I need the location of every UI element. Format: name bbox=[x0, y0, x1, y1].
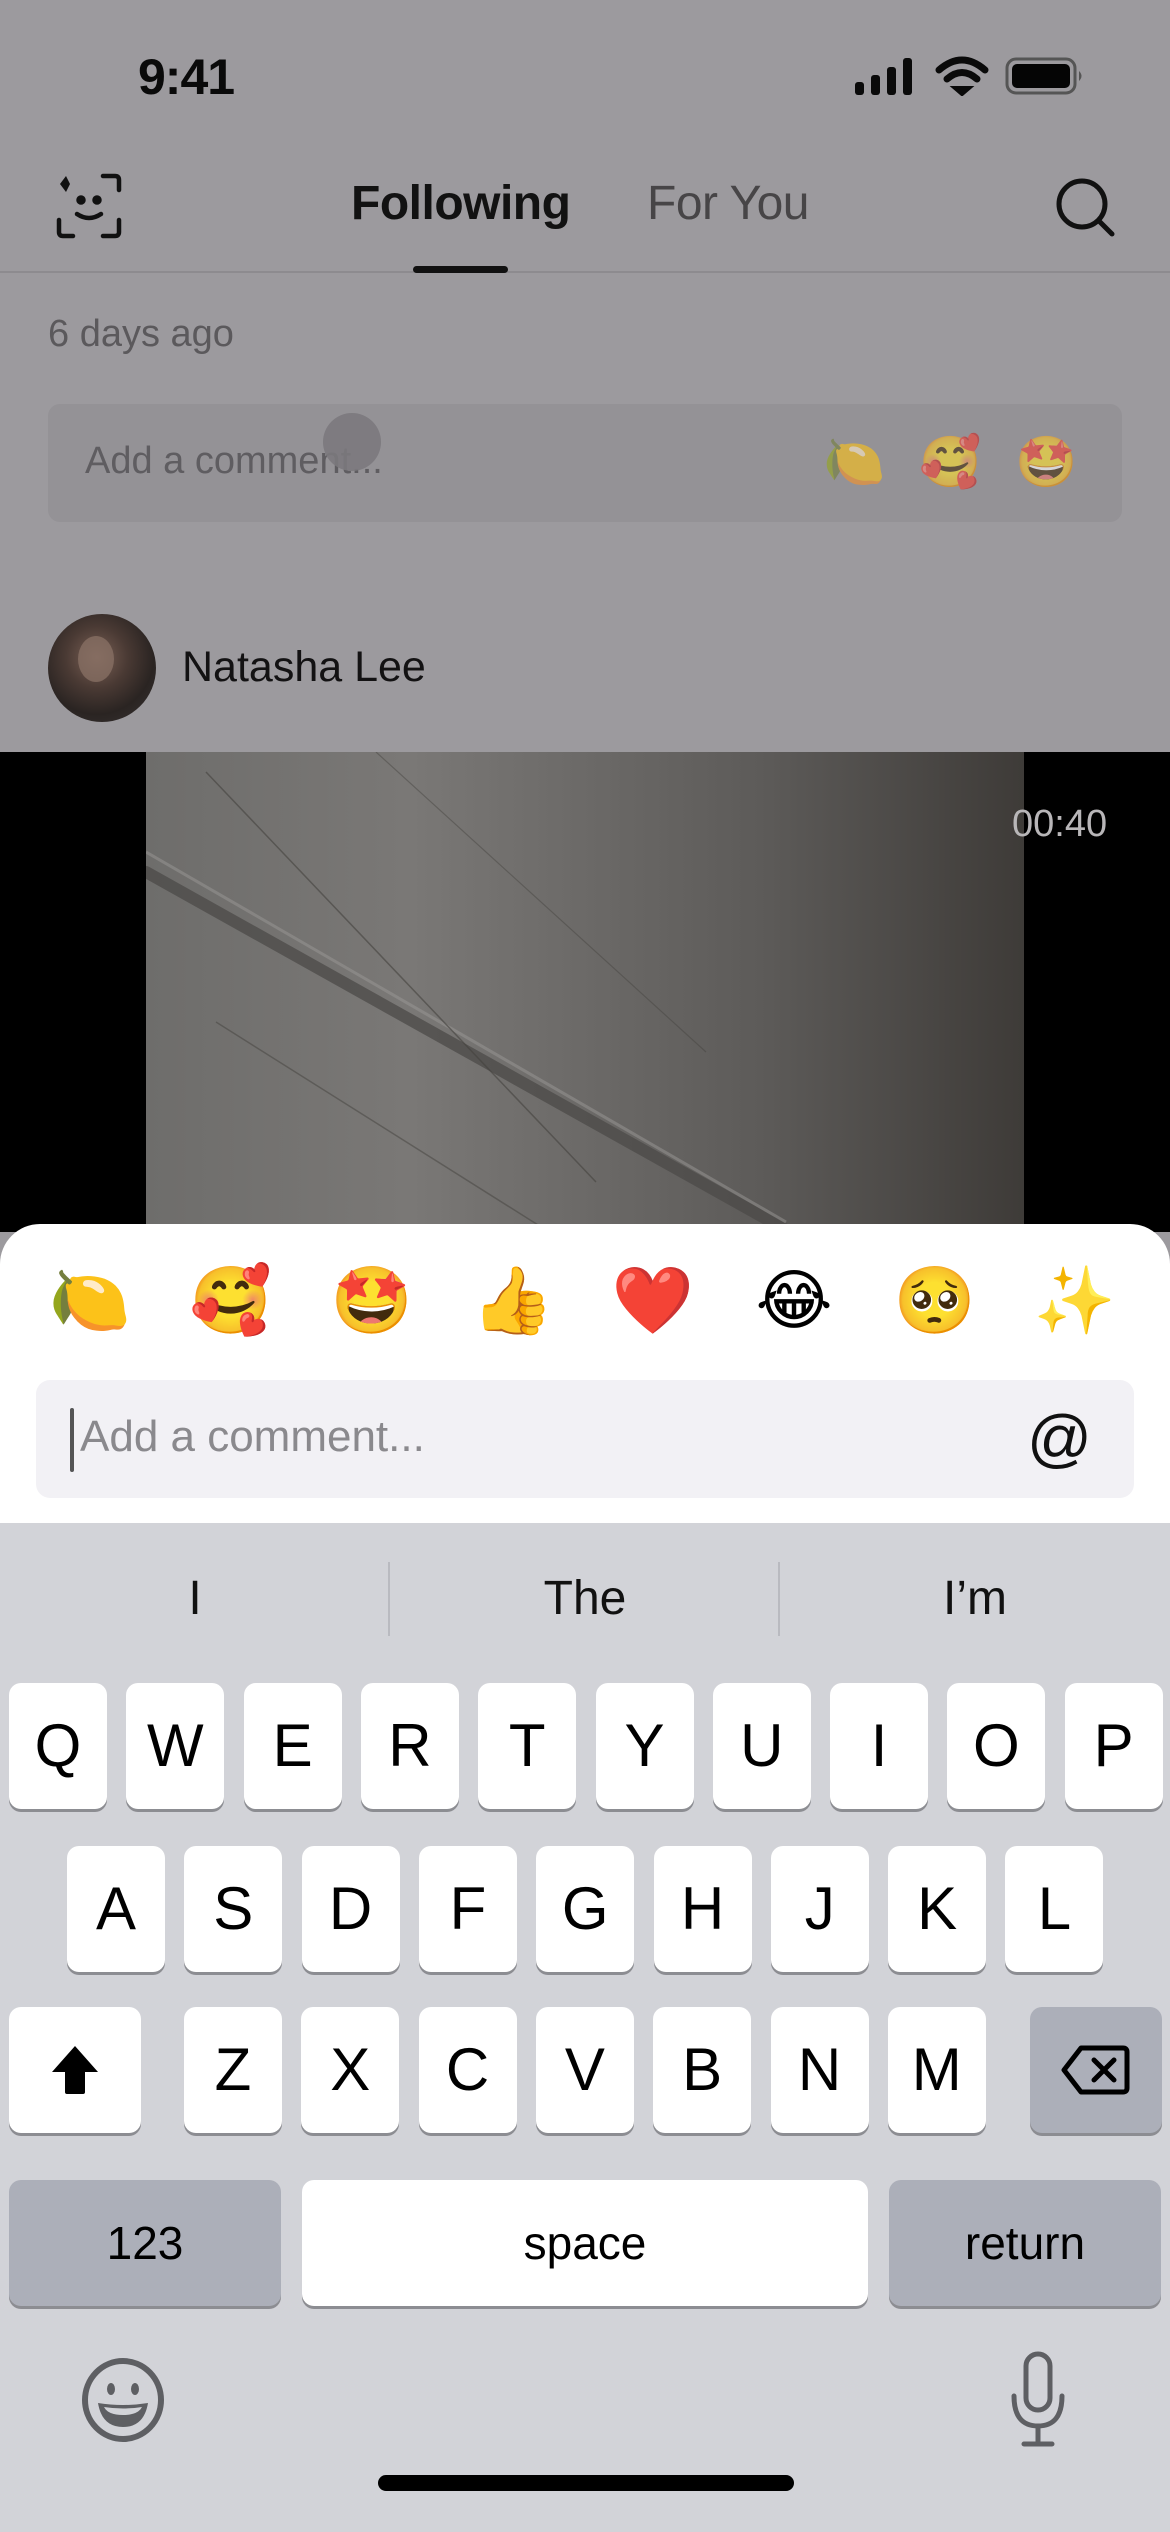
emoji-tears-of-joy[interactable]: 😂 bbox=[744, 1260, 844, 1340]
key-c[interactable]: C bbox=[418, 2007, 517, 2133]
emoji-star-struck[interactable]: 🤩 bbox=[322, 1260, 422, 1340]
quick-reaction-star-struck[interactable]: 🤩 bbox=[1015, 430, 1077, 494]
wifi-icon bbox=[935, 56, 989, 97]
video-thumbnail[interactable] bbox=[146, 752, 1024, 1232]
tab-following[interactable]: Following bbox=[351, 176, 571, 231]
text-caret bbox=[70, 1408, 74, 1472]
key-d[interactable]: D bbox=[301, 1846, 400, 1972]
backspace-key[interactable] bbox=[1030, 2007, 1162, 2133]
numbers-key[interactable]: 123 bbox=[9, 2180, 281, 2306]
home-indicator[interactable] bbox=[378, 2475, 794, 2491]
key-q[interactable]: Q bbox=[9, 1683, 107, 1809]
return-key[interactable]: return bbox=[889, 2180, 1161, 2306]
key-o[interactable]: O bbox=[947, 1683, 1046, 1809]
key-t[interactable]: T bbox=[478, 1683, 577, 1809]
emoji-red-heart[interactable]: ❤️ bbox=[603, 1260, 703, 1340]
active-tab-indicator bbox=[413, 266, 508, 273]
nav-divider bbox=[0, 271, 1170, 273]
comment-placeholder: Add a comment... bbox=[80, 1412, 425, 1461]
suggestion-1[interactable]: I bbox=[0, 1566, 390, 1632]
tab-for-you[interactable]: For You bbox=[647, 176, 809, 231]
key-x[interactable]: X bbox=[301, 2007, 400, 2133]
key-m[interactable]: M bbox=[887, 2007, 986, 2133]
key-k[interactable]: K bbox=[888, 1846, 987, 1972]
battery-icon bbox=[1005, 57, 1082, 95]
backspace-icon bbox=[1061, 2045, 1130, 2095]
quick-reaction-lemon[interactable]: 🍋 bbox=[823, 430, 885, 494]
key-f[interactable]: F bbox=[418, 1846, 517, 1972]
post-time-ago: 6 days ago bbox=[48, 313, 234, 355]
emoji-smiling-hearts[interactable]: 🥰 bbox=[181, 1260, 281, 1340]
emoji-reaction-bar: 🍋 🥰 🤩 👍 ❤️ 😂 🥺 ✨ bbox=[0, 1260, 1170, 1340]
emoji-keyboard-icon[interactable] bbox=[80, 2357, 166, 2443]
emoji-pleading-face[interactable]: 🥺 bbox=[885, 1260, 985, 1340]
key-a[interactable]: A bbox=[67, 1846, 165, 1972]
key-n[interactable]: N bbox=[770, 2007, 869, 2133]
key-u[interactable]: U bbox=[712, 1683, 811, 1809]
suggestion-3[interactable]: I’m bbox=[780, 1566, 1170, 1632]
search-icon[interactable] bbox=[1052, 174, 1122, 244]
mention-button[interactable]: @ bbox=[1027, 1400, 1092, 1476]
key-p[interactable]: P bbox=[1064, 1683, 1163, 1809]
key-s[interactable]: S bbox=[184, 1846, 283, 1972]
suggestion-2[interactable]: The bbox=[390, 1566, 780, 1632]
key-h[interactable]: H bbox=[653, 1846, 752, 1972]
key-v[interactable]: V bbox=[535, 2007, 634, 2133]
video-duration: 00:40 bbox=[1012, 803, 1108, 845]
status-icons bbox=[855, 56, 1095, 97]
key-j[interactable]: J bbox=[770, 1846, 869, 1972]
key-y[interactable]: Y bbox=[595, 1683, 694, 1809]
emoji-thumbs-up[interactable]: 👍 bbox=[463, 1260, 563, 1340]
author-name[interactable]: Natasha Lee bbox=[182, 643, 426, 692]
key-l[interactable]: L bbox=[1005, 1846, 1104, 1972]
status-time: 9:41 bbox=[138, 49, 235, 105]
key-w[interactable]: W bbox=[126, 1683, 225, 1809]
key-i[interactable]: I bbox=[830, 1683, 929, 1809]
cellular-signal-icon bbox=[855, 58, 912, 95]
face-scan-sparkle-icon[interactable] bbox=[55, 172, 125, 242]
key-r[interactable]: R bbox=[360, 1683, 459, 1809]
emoji-lemon[interactable]: 🍋 bbox=[40, 1260, 140, 1340]
touch-indicator bbox=[323, 413, 381, 471]
quick-reaction-smiling-hearts[interactable]: 🥰 bbox=[919, 430, 981, 494]
space-key[interactable]: space bbox=[302, 2180, 868, 2306]
shift-key[interactable] bbox=[9, 2007, 141, 2133]
author-avatar[interactable] bbox=[48, 614, 156, 722]
key-b[interactable]: B bbox=[653, 2007, 752, 2133]
shift-icon bbox=[52, 2046, 98, 2094]
feed-comment-box[interactable]: Add a comment... 🍋 🥰 🤩 bbox=[48, 404, 1122, 522]
microphone-icon[interactable] bbox=[1008, 2350, 1068, 2450]
key-e[interactable]: E bbox=[243, 1683, 342, 1809]
key-z[interactable]: Z bbox=[184, 2007, 282, 2133]
key-g[interactable]: G bbox=[536, 1846, 635, 1972]
emoji-sparkles[interactable]: ✨ bbox=[1025, 1260, 1125, 1340]
comment-input[interactable]: Add a comment... @ bbox=[36, 1380, 1134, 1498]
